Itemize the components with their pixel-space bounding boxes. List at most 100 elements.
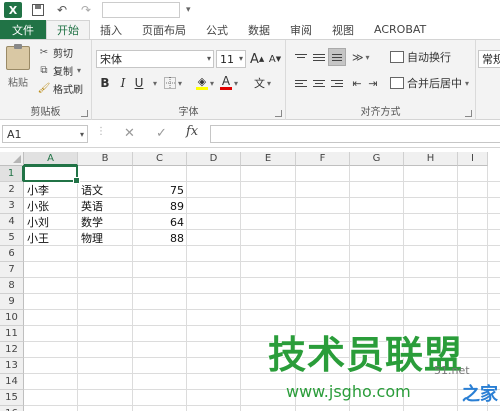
cell-c4[interactable]: 64 <box>133 214 187 230</box>
orientation-icon: ≫ <box>352 50 364 64</box>
align-center-button[interactable] <box>310 74 328 92</box>
customize-qat-icon[interactable]: ▾ <box>186 5 191 15</box>
copy-label: 复制 <box>53 66 73 78</box>
italic-button[interactable]: I <box>116 74 130 92</box>
column-header-f[interactable]: F <box>296 152 350 166</box>
row-header-1[interactable]: 1 <box>0 166 24 182</box>
cell-b4[interactable]: 数学 <box>78 214 133 230</box>
column-header-h[interactable]: H <box>404 152 458 166</box>
cell-c5[interactable]: 88 <box>133 230 187 246</box>
merge-center-button[interactable]: 合并后居中 ▾ <box>390 74 469 92</box>
grow-font-button[interactable]: A ▲ <box>250 50 264 68</box>
cell-a5[interactable]: 小王 <box>24 230 78 246</box>
align-right-button[interactable] <box>328 74 346 92</box>
decrease-indent-button[interactable]: ⇤ <box>350 74 364 92</box>
tab-acrobat[interactable]: ACROBAT <box>364 20 436 39</box>
row-header-11[interactable]: 11 <box>0 326 24 342</box>
wrap-text-label: 自动换行 <box>407 51 451 64</box>
undo-icon[interactable]: ↶ <box>54 2 70 18</box>
row-header-14[interactable]: 14 <box>0 374 24 390</box>
quick-access-box[interactable] <box>102 2 180 18</box>
row-header-9[interactable]: 9 <box>0 294 24 310</box>
row-header-12[interactable]: 12 <box>0 342 24 358</box>
column-header-a[interactable]: A <box>24 152 78 166</box>
font-size-value: 11 <box>220 52 234 66</box>
clipboard-launcher-icon[interactable] <box>81 110 88 117</box>
column-header-g[interactable]: G <box>350 152 404 166</box>
font-color-button[interactable]: A ▾ <box>220 74 238 92</box>
paste-button[interactable]: 粘贴 <box>4 44 32 92</box>
redo-icon[interactable]: ↷ <box>78 2 94 18</box>
phonetic-button[interactable]: 文 ▾ <box>254 74 271 92</box>
row-header-4[interactable]: 4 <box>0 214 24 230</box>
watermark-url: www.jsgho.com <box>286 382 411 401</box>
cell-a4[interactable]: 小刘 <box>24 214 78 230</box>
cell-b2[interactable]: 语文 <box>78 182 133 198</box>
tab-home[interactable]: 开始 <box>46 20 90 39</box>
align-top-button[interactable] <box>292 48 310 66</box>
underline-button[interactable]: U <box>132 74 146 92</box>
bold-button[interactable]: B <box>98 74 112 92</box>
borders-button[interactable]: ▾ <box>164 74 182 92</box>
formula-input[interactable] <box>210 125 500 143</box>
active-cell-a1[interactable] <box>23 165 80 184</box>
cell-b3[interactable]: 英语 <box>78 198 133 214</box>
column-header-i[interactable]: I <box>458 152 488 166</box>
row-header-10[interactable]: 10 <box>0 310 24 326</box>
chevron-down-icon: ▾ <box>79 129 84 139</box>
align-bottom-button[interactable] <box>328 48 346 66</box>
fill-color-button[interactable]: ◈ ▾ <box>196 74 214 92</box>
row-header-7[interactable]: 7 <box>0 262 24 278</box>
wrap-text-button[interactable]: 自动换行 <box>390 48 451 66</box>
tab-formulas[interactable]: 公式 <box>196 20 238 39</box>
insert-function-icon[interactable]: fx <box>186 124 198 139</box>
number-group: 常规 <box>476 40 500 120</box>
cell-c3[interactable]: 89 <box>133 198 187 214</box>
enter-icon[interactable]: ✓ <box>156 126 167 141</box>
row-header-16[interactable]: 16 <box>0 406 24 411</box>
name-box[interactable]: A1 ▾ <box>2 125 88 143</box>
column-header-b[interactable]: B <box>78 152 133 166</box>
chevron-down-icon[interactable]: ▾ <box>148 74 162 92</box>
cell-c2[interactable]: 75 <box>133 182 187 198</box>
align-middle-button[interactable] <box>310 48 328 66</box>
shrink-font-button[interactable]: A ▼ <box>268 50 282 68</box>
tab-file[interactable]: 文件 <box>0 20 46 39</box>
copy-button[interactable]: ⧉ 复制 ▾ <box>38 62 81 78</box>
row-header-3[interactable]: 3 <box>0 198 24 214</box>
phonetic-icon: 文 <box>254 77 265 90</box>
row-header-13[interactable]: 13 <box>0 358 24 374</box>
font-size-select[interactable]: 11 ▾ <box>216 50 246 68</box>
column-header-d[interactable]: D <box>187 152 241 166</box>
row-header-5[interactable]: 5 <box>0 230 24 246</box>
watermark: 技术员联盟 51.net www.jsgho.com 之家 <box>258 320 500 411</box>
tab-insert[interactable]: 插入 <box>90 20 132 39</box>
cancel-icon[interactable]: ✕ <box>124 126 135 141</box>
cut-button[interactable]: ✂ 剪切 <box>38 44 73 60</box>
number-format-select[interactable]: 常规 <box>478 50 500 68</box>
tab-view[interactable]: 视图 <box>322 20 364 39</box>
row-header-8[interactable]: 8 <box>0 278 24 294</box>
row-header-6[interactable]: 6 <box>0 246 24 262</box>
cell-a3[interactable]: 小张 <box>24 198 78 214</box>
decrease-indent-icon: ⇤ <box>352 76 362 90</box>
cell-a2[interactable]: 小李 <box>24 182 78 198</box>
orientation-button[interactable]: ≫ ▾ <box>352 48 370 66</box>
tab-page-layout[interactable]: 页面布局 <box>132 20 196 39</box>
tab-review[interactable]: 审阅 <box>280 20 322 39</box>
row-header-2[interactable]: 2 <box>0 182 24 198</box>
column-header-e[interactable]: E <box>241 152 296 166</box>
format-painter-button[interactable]: 🖌 格式刷 <box>38 80 83 96</box>
alignment-launcher-icon[interactable] <box>465 110 472 117</box>
align-left-button[interactable] <box>292 74 310 92</box>
save-icon[interactable] <box>30 2 46 18</box>
increase-indent-button[interactable]: ⇥ <box>366 74 380 92</box>
font-launcher-icon[interactable] <box>275 110 282 117</box>
select-all-corner[interactable] <box>0 152 24 166</box>
column-header-c[interactable]: C <box>133 152 187 166</box>
tab-data[interactable]: 数据 <box>238 20 280 39</box>
row-header-15[interactable]: 15 <box>0 390 24 406</box>
cell-b5[interactable]: 物理 <box>78 230 133 246</box>
font-name-select[interactable]: 宋体 ▾ <box>96 50 214 68</box>
border-icon <box>164 77 176 89</box>
